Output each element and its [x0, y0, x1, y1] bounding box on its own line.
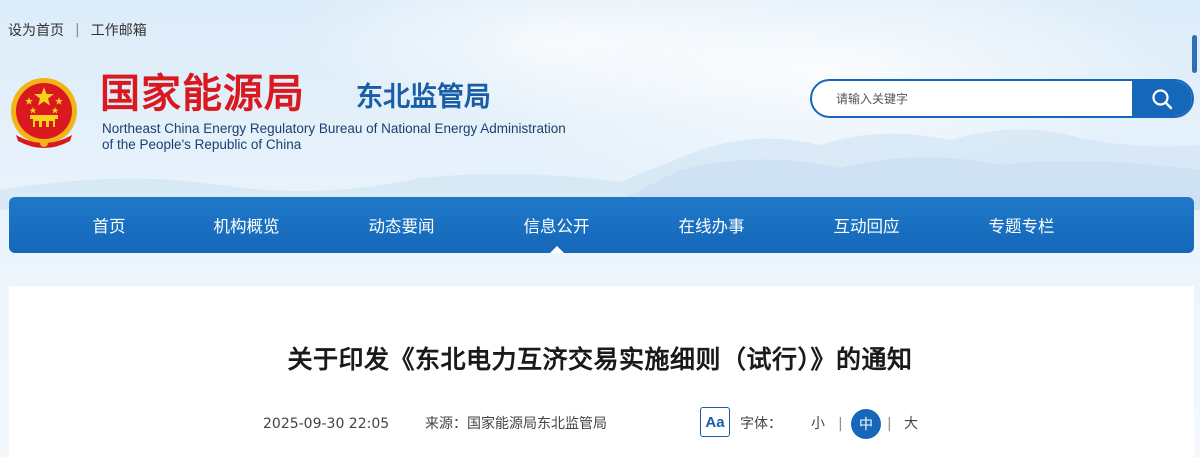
nav-item-label: 动态要闻: [368, 217, 435, 236]
top-links-divider: |: [75, 22, 80, 38]
brand-english: Northeast China Energy Regulatory Bureau…: [102, 121, 566, 153]
font-size-large-button[interactable]: 大: [904, 412, 918, 436]
search-icon: [1152, 88, 1173, 109]
font-size-medium-button[interactable]: 中: [851, 409, 881, 439]
nav-item-online-services[interactable]: 在线办事: [634, 197, 789, 253]
nav-item-about[interactable]: 机构概览: [169, 197, 324, 253]
top-links: 设为首页 | 工作邮箱: [8, 20, 147, 40]
nav-item-topics[interactable]: 专题专栏: [944, 197, 1099, 253]
nav-item-label: 机构概览: [213, 217, 280, 236]
nav-item-label: 首页: [92, 217, 126, 236]
brand-subname: 东北监管局: [356, 82, 491, 113]
font-size-divider: |: [887, 416, 892, 432]
font-size-label: 字体：: [740, 416, 782, 432]
nav-item-label: 专题专栏: [988, 217, 1055, 236]
nav-item-news[interactable]: 动态要闻: [324, 197, 479, 253]
source-label: 来源：: [425, 416, 467, 432]
nav-item-home[interactable]: 首页: [49, 197, 169, 253]
work-email-link[interactable]: 工作邮箱: [91, 20, 147, 40]
nav-item-info-disclosure[interactable]: 信息公开: [479, 197, 634, 253]
search-box: [810, 79, 1194, 118]
national-emblem-icon[interactable]: [8, 75, 80, 151]
brand-english-line-2: of the People's Republic of China: [102, 137, 302, 152]
font-size-small-button[interactable]: 小: [811, 412, 825, 436]
main-nav: 首页 机构概览 动态要闻 信息公开 在线办事 互动回应 专题专栏: [9, 197, 1194, 253]
search-input[interactable]: [812, 81, 1132, 116]
brand-english-line-1: Northeast China Energy Regulatory Bureau…: [102, 121, 566, 136]
font-size-icon: Aa: [700, 407, 730, 437]
nav-item-label: 互动回应: [833, 217, 900, 236]
brand-name: 国家能源局: [100, 71, 305, 117]
font-size-divider: |: [838, 416, 843, 432]
active-caret-icon: [549, 246, 564, 253]
article-datetime: 2025-09-30 22:05: [263, 416, 390, 432]
search-button[interactable]: [1132, 81, 1192, 116]
article-title: 关于印发《东北电力互济交易实施细则（试行）》的通知: [287, 345, 913, 374]
nav-item-interaction[interactable]: 互动回应: [789, 197, 944, 253]
nav-item-label: 在线办事: [678, 217, 745, 236]
source-value: 国家能源局东北监管局: [467, 416, 607, 432]
set-homepage-link[interactable]: 设为首页: [8, 20, 64, 40]
nav-item-label: 信息公开: [523, 217, 590, 236]
scrollbar-thumb[interactable]: [1192, 35, 1197, 73]
article-source: 来源：国家能源局东北监管局: [425, 412, 607, 436]
